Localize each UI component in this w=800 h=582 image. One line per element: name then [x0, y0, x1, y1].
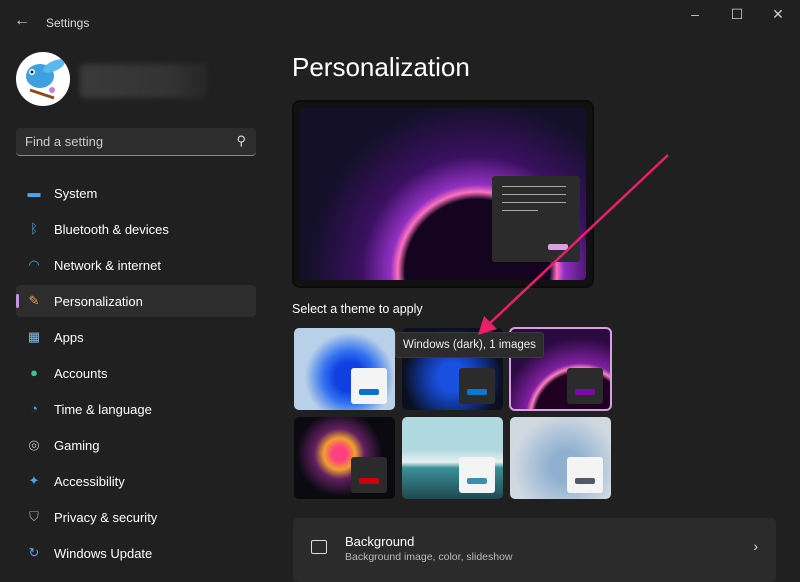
sidebar-item-bluetooth-devices[interactable]: ᛒ Bluetooth & devices: [16, 213, 256, 245]
maximize-button[interactable]: ☐: [722, 6, 752, 26]
theme-tile[interactable]: [294, 328, 395, 410]
sidebar-item-label: System: [54, 185, 98, 201]
theme-accent-swatch: [359, 478, 379, 484]
sidebar-item-windows-update[interactable]: ↻ Windows Update: [16, 537, 256, 569]
theme-preview: [292, 100, 594, 288]
sidebar-item-time-language[interactable]: ◔ Time & language: [16, 393, 256, 425]
page-title: Personalization: [292, 52, 470, 82]
sidebar-item-label: Gaming: [54, 437, 100, 453]
theme-window-sample: [567, 368, 603, 404]
image-icon: [311, 540, 327, 554]
bluetooth-icon: ᛒ: [30, 221, 38, 236]
theme-tile[interactable]: [510, 417, 611, 499]
avatar[interactable]: [16, 52, 70, 106]
chevron-right-icon: ›: [753, 538, 758, 554]
sidebar-item-label: Accessibility: [54, 473, 125, 489]
themes-label: Select a theme to apply: [292, 302, 423, 316]
person-icon: ●: [30, 365, 38, 380]
sidebar-item-network-internet[interactable]: ◠ Network & internet: [16, 249, 256, 281]
sidebar-item-personalization[interactable]: ✎ Personalization: [16, 285, 256, 317]
back-button[interactable]: ←: [14, 12, 30, 30]
update-icon: ↻: [28, 545, 40, 560]
theme-accent-swatch: [359, 389, 379, 395]
brush-icon: ✎: [28, 293, 40, 308]
gamepad-icon: ◎: [28, 437, 40, 452]
theme-window-sample: [567, 457, 603, 493]
theme-accent-swatch: [467, 389, 487, 395]
sidebar-item-accounts[interactable]: ● Accounts: [16, 357, 256, 389]
sidebar-item-privacy-security[interactable]: ⛉ Privacy & security: [16, 501, 256, 533]
sidebar-item-label: Apps: [54, 329, 84, 345]
search-icon[interactable]: ⚲: [236, 133, 246, 149]
theme-accent-swatch: [575, 389, 595, 395]
theme-window-sample: [459, 368, 495, 404]
sidebar-item-label: Time & language: [54, 401, 152, 417]
sidebar-item-gaming[interactable]: ◎ Gaming: [16, 429, 256, 461]
sidebar-item-label: Network & internet: [54, 257, 161, 273]
accessibility-icon: ✦: [28, 473, 40, 488]
search-placeholder: Find a setting: [25, 134, 104, 149]
theme-tile[interactable]: [294, 417, 395, 499]
sidebar-item-label: Personalization: [54, 293, 143, 309]
theme-accent-swatch: [467, 478, 487, 484]
background-subtitle: Background image, color, slideshow: [345, 551, 513, 563]
bird-avatar-icon: [26, 59, 66, 100]
monitor-icon: ▬: [27, 185, 41, 200]
background-setting[interactable]: Background Background image, color, slid…: [293, 518, 776, 582]
clock-globe-icon: ◔: [30, 401, 38, 416]
sidebar-item-label: Bluetooth & devices: [54, 221, 169, 237]
wifi-icon: ◠: [28, 257, 40, 272]
close-button[interactable]: ✕: [763, 6, 793, 26]
shield-icon: ⛉: [29, 509, 39, 524]
theme-window-sample: [459, 457, 495, 493]
preview-window: [492, 176, 580, 262]
minimize-button[interactable]: –: [680, 6, 710, 26]
sidebar-item-system[interactable]: ▬ System: [16, 177, 256, 209]
sidebar-item-label: Windows Update: [54, 545, 153, 561]
theme-window-sample: [351, 457, 387, 493]
sidebar-item-label: Privacy & security: [54, 509, 158, 525]
search-input[interactable]: Find a setting ⚲: [16, 128, 256, 156]
background-title: Background: [345, 534, 415, 549]
sidebar-item-accessibility[interactable]: ✦ Accessibility: [16, 465, 256, 497]
sidebar-item-apps[interactable]: ▦ Apps: [16, 321, 256, 353]
theme-tooltip: Windows (dark), 1 images: [395, 332, 544, 358]
window-title: Settings: [46, 16, 90, 30]
apps-icon: ▦: [27, 329, 41, 344]
account-name-blurred: [80, 64, 208, 98]
theme-window-sample: [351, 368, 387, 404]
theme-tile[interactable]: [402, 417, 503, 499]
sidebar-item-label: Accounts: [54, 365, 108, 381]
theme-accent-swatch: [575, 478, 595, 484]
